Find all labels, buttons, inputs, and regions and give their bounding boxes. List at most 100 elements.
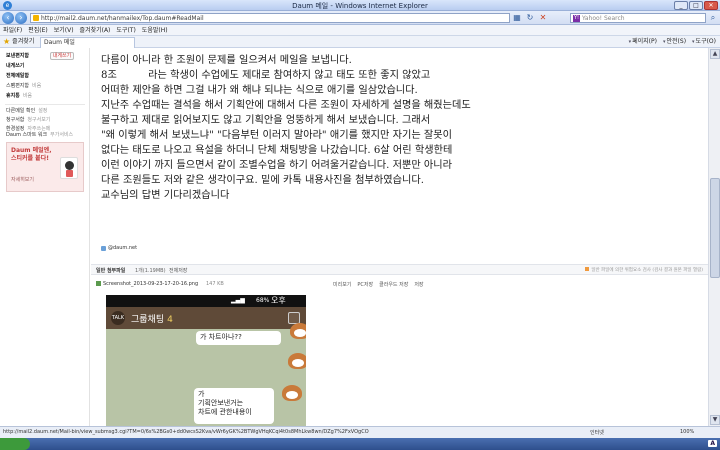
address-toolbar: ‹ › http://mail2.daum.net/hanmailex/Top.… bbox=[0, 11, 720, 25]
menu-file[interactable]: 파일(F) bbox=[3, 25, 28, 35]
scroll-thumb[interactable] bbox=[710, 178, 720, 278]
back-button[interactable]: ‹ bbox=[2, 12, 14, 24]
banner-title: Daum 메일엔, 스티커를 붙다! bbox=[11, 147, 52, 162]
safety-menu[interactable]: 안전(S) bbox=[663, 37, 687, 47]
attachment-row: Screenshot_2013-09-23-17-20-16.png 147 K… bbox=[91, 280, 708, 290]
dog-avatar-icon bbox=[288, 353, 306, 369]
search-placeholder: Yahoo! Search bbox=[582, 15, 625, 22]
attached-screenshot-image: ▂▄▆ 68% 오후 5:20 TALK 그룹채팅4 가 차트아나?? 가 기획… bbox=[106, 295, 306, 426]
menu-favorites[interactable]: 즐겨찾기(A) bbox=[80, 25, 117, 35]
sidebar-item-to-me[interactable]: 내게쓰기 bbox=[6, 63, 24, 70]
menu-bar: 파일(F) 편집(E) 보기(V) 즐겨찾기(A) 도구(T) 도움말(H) bbox=[0, 25, 720, 36]
warning-icon bbox=[585, 267, 590, 271]
mail-sidebar: 보낸편지함 내게쓰기 내게쓰기 전체메일함 스팸편지함 비움 휴지통 비움 다른메일… bbox=[0, 48, 90, 426]
sidebar-item-smartwork[interactable]: Daum 스마트 워크 부가서비스 bbox=[6, 132, 73, 139]
chat-header: TALK 그룹채팅 4 bbox=[106, 307, 306, 329]
ime-indicator[interactable]: A bbox=[708, 440, 717, 447]
address-url: http://mail2.daum.net/hanmailex/Top.daum… bbox=[41, 15, 204, 22]
maximize-button[interactable]: □ bbox=[689, 1, 703, 10]
banner-link[interactable]: 자세히보기 bbox=[11, 176, 34, 183]
address-input[interactable]: http://mail2.daum.net/hanmailex/Top.daum… bbox=[30, 13, 510, 23]
sidebar-item-bills[interactable]: 청구서함 청구서보기 bbox=[6, 117, 50, 124]
command-bar: 페이지(P) 안전(S) 도구(O) bbox=[629, 37, 716, 47]
favorites-label: 즐겨찾기 bbox=[12, 38, 35, 45]
menu-view[interactable]: 보기(V) bbox=[54, 25, 80, 35]
attachment-size: 147 KB bbox=[206, 281, 224, 287]
scan-notice: 일반 파일에 의한 위험요소 검사 (검사 결과 원본 파일 열람) bbox=[585, 267, 703, 273]
tools-menu[interactable]: 도구(O) bbox=[692, 37, 716, 47]
window-title: Daum 메일 - Windows Internet Explorer bbox=[292, 2, 428, 10]
refresh-icon[interactable]: ↻ bbox=[525, 13, 535, 23]
address-icons: ▦ ↻ ✕ bbox=[512, 13, 548, 23]
window-controls: _ □ ✕ bbox=[674, 1, 718, 10]
dog-avatar-icon bbox=[282, 385, 302, 401]
browser-tab[interactable]: Daum 메일 bbox=[40, 37, 135, 48]
compat-view-icon[interactable]: ▦ bbox=[512, 13, 522, 23]
attachment-label: 일반 첨부파일 bbox=[96, 268, 126, 274]
signal-icon: ▂▄▆ bbox=[231, 297, 245, 304]
attachment-actions: 미리보기 PC저장 클라우드 저장 저장 bbox=[333, 281, 424, 288]
email-line: 이런 이야기 까지 들으면서 같이 조별수업을 하기 어려울거같습니다. 저뿐만… bbox=[101, 160, 453, 171]
pc-save-button[interactable]: PC저장 bbox=[357, 281, 373, 288]
sidebar-item-other-mail[interactable]: 다른메일 확인 설정 bbox=[6, 108, 47, 115]
status-url: http://mail2.daum.net/Mail-bin/view_subm… bbox=[3, 429, 369, 435]
close-window-button[interactable]: ✕ bbox=[704, 1, 718, 10]
sender-address[interactable]: @daum.net bbox=[101, 245, 137, 251]
sidebar-item-sent[interactable]: 보낸편지함 bbox=[6, 53, 29, 60]
minimize-button[interactable]: _ bbox=[674, 1, 688, 10]
windows-taskbar: A bbox=[0, 438, 720, 450]
sidebar-item-trash[interactable]: 휴지통 비움 bbox=[6, 93, 32, 100]
preview-button[interactable]: 미리보기 bbox=[333, 281, 351, 288]
page-menu[interactable]: 페이지(P) bbox=[629, 37, 657, 47]
sender-domain: @daum.net bbox=[108, 245, 138, 251]
chat-title: 그룹채팅 4 bbox=[131, 315, 173, 325]
yahoo-icon: Y! bbox=[573, 15, 580, 22]
email-line-redacted: 8조 라는 학생이 수업에도 제대로 참여하지 않고 태도 또한 좋지 않았고 bbox=[101, 70, 431, 81]
search-input[interactable]: Y! Yahoo! Search bbox=[570, 13, 706, 23]
email-line: 지난주 수업때는 결석을 해서 기획안에 대해서 다른 조원이 자세하게 설명을… bbox=[101, 100, 471, 111]
email-line: 다른 조원들도 저와 같은 생각이구요. 밑에 카톡 내용사진을 첨부하였습니다… bbox=[101, 175, 424, 186]
menu-tools[interactable]: 도구(T) bbox=[116, 25, 141, 35]
stop-icon[interactable]: ✕ bbox=[538, 13, 548, 23]
mail-read-pane: 다름이 아니라 한 조원이 문제를 일으켜서 메일을 보냅니다. 8조 라는 학… bbox=[91, 48, 708, 426]
attachment-count: 1개(1.19MB) bbox=[135, 268, 166, 274]
save-button[interactable]: 저장 bbox=[414, 281, 423, 288]
sidebar-item-all[interactable]: 전체메일함 bbox=[6, 73, 29, 80]
redacted-name bbox=[120, 70, 149, 80]
menu-edit[interactable]: 편집(E) bbox=[28, 25, 54, 35]
favorites-button[interactable]: ★ 즐겨찾기 bbox=[3, 38, 34, 46]
attachment-file[interactable]: Screenshot_2013-09-23-17-20-16.png bbox=[96, 281, 198, 287]
scroll-up-icon[interactable]: ▲ bbox=[710, 49, 720, 59]
cloud-save-button[interactable]: 클라우드 저장 bbox=[379, 281, 408, 288]
system-tray: A bbox=[708, 440, 717, 447]
battery-level: 68% bbox=[256, 297, 270, 304]
forward-button[interactable]: › bbox=[15, 12, 27, 24]
vertical-scrollbar[interactable]: ▲ ▼ bbox=[708, 48, 720, 426]
site-favicon-icon bbox=[33, 15, 39, 21]
search-icon[interactable]: ⌕ bbox=[708, 13, 718, 23]
email-line: 교수님의 답변 기다리겠습니다 bbox=[101, 190, 230, 201]
email-body: 다름이 아니라 한 조원이 문제를 일으켜서 메일을 보냅니다. 8조 라는 학… bbox=[101, 53, 701, 203]
user-icon bbox=[101, 245, 106, 251]
write-to-me-button[interactable]: 내게쓰기 bbox=[50, 52, 74, 60]
scroll-down-icon[interactable]: ▼ bbox=[710, 415, 720, 425]
save-all-button[interactable]: 전체저장 bbox=[169, 267, 187, 274]
dog-avatar-icon bbox=[290, 323, 306, 339]
sidebar-divider bbox=[5, 104, 85, 105]
start-button[interactable] bbox=[0, 438, 30, 450]
phone-status-bar: ▂▄▆ 68% 오후 5:20 bbox=[106, 295, 306, 317]
sidebar-item-spam[interactable]: 스팸편지함 비움 bbox=[6, 83, 41, 90]
chat-bubble: 가 차트아나?? bbox=[196, 331, 281, 345]
sticker-promo-banner[interactable]: Daum 메일엔, 스티커를 붙다! 자세히보기 bbox=[6, 142, 84, 192]
sticker-character-icon bbox=[60, 157, 78, 179]
email-line: 없다는 태도로 나오고 욕설을 하더니 단체 채팅방을 나갔습니다. 6살 어린… bbox=[101, 145, 453, 156]
email-line: 불구하고 제대로 읽어보지도 않고 기획안을 엉뚱하게 해서 보냈습니다. 그래… bbox=[101, 115, 431, 126]
email-line: 다름이 아니라 한 조원이 문제를 일으켜서 메일을 보냅니다. bbox=[101, 55, 352, 66]
menu-help[interactable]: 도움말(H) bbox=[142, 25, 174, 35]
star-icon: ★ bbox=[3, 37, 11, 46]
attachment-header: 일반 첨부파일 1개(1.19MB) 전체저장 일반 파일에 의한 위험요소 검… bbox=[91, 264, 708, 275]
status-bar: http://mail2.daum.net/Mail-bin/view_subm… bbox=[0, 426, 720, 438]
email-line: "왜 이렇게 해서 보냈느냐" "다음부턴 이러지 말아라" 애기를 했지만 자… bbox=[101, 130, 453, 141]
zoom-level[interactable]: 100% bbox=[680, 429, 694, 435]
email-line: 어떠한 제안을 하면 그걸 내가 왜 해냐 되냐는 식으로 애기를 일삼았습니다… bbox=[101, 85, 418, 96]
